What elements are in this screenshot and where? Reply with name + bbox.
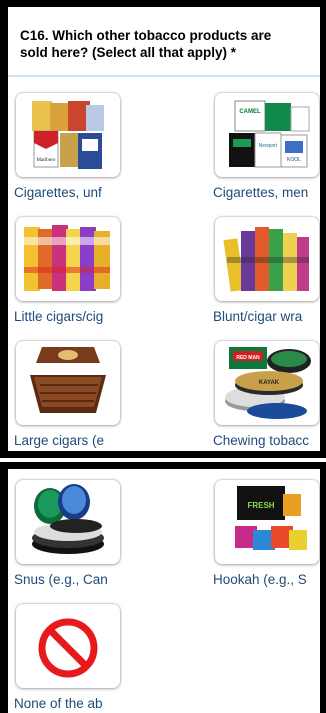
question-title: C16. Which other tobacco products are so… xyxy=(20,28,272,60)
screen-section-bottom: Snus (e.g., Can FRESH Hookah (e.g., S No… xyxy=(0,462,326,713)
option-label: None of the ab xyxy=(14,696,122,711)
brand-text-red-man: RED MAN xyxy=(236,355,260,361)
option-image-frame[interactable] xyxy=(16,217,120,301)
option-image-frame[interactable]: CAMEL Newport KOOL xyxy=(215,93,319,177)
little-cigar-packs-image xyxy=(24,225,110,291)
option-image-frame[interactable]: FRESH xyxy=(215,480,319,564)
screen-section-top: C16. Which other tobacco products are so… xyxy=(0,0,326,458)
options-panel-continued: Snus (e.g., Can FRESH Hookah (e.g., S No… xyxy=(8,469,320,713)
brand-text-fresh: FRESH xyxy=(247,501,274,510)
brand-text-camel: CAMEL xyxy=(239,109,261,115)
option-label: Cigarettes, unf xyxy=(14,185,122,200)
option-label-text: None of the ab xyxy=(14,696,103,711)
option-label: Chewing tobacc xyxy=(213,433,320,448)
option-label: Hookah (e.g., S xyxy=(213,572,320,587)
chewing-tobacco-tins-image: RED MAN KAYAK xyxy=(225,347,311,419)
brand-text-newport: Newport xyxy=(259,143,278,149)
brand-text-marlboro: Marlboro xyxy=(37,158,56,163)
brand-text-kayak: KAYAK xyxy=(259,380,280,386)
brand-text-kool: KOOL xyxy=(287,157,301,163)
option-label-text: Snus (e.g., Can xyxy=(14,572,108,587)
cigar-box-image xyxy=(30,347,106,413)
option-label-text: Hookah (e.g., S xyxy=(213,572,307,587)
option-label-text: Little cigars/cig xyxy=(14,309,104,324)
cigarette-packs-image: Marlboro xyxy=(32,101,104,169)
option-label: Snus (e.g., Can xyxy=(14,572,122,587)
snus-tins-image xyxy=(32,484,104,554)
option-image-frame[interactable] xyxy=(215,217,319,301)
blunt-wrap-packs-image xyxy=(223,227,309,292)
option-label-text: Chewing tobacc xyxy=(213,433,310,448)
question-panel: C16. Which other tobacco products are so… xyxy=(8,7,320,451)
option-image-frame[interactable]: Marlboro xyxy=(16,93,120,177)
option-image-frame[interactable] xyxy=(16,604,120,688)
option-label-text: Blunt/cigar wra xyxy=(213,309,303,324)
question-divider xyxy=(8,75,320,77)
option-image-frame[interactable]: RED MAN KAYAK xyxy=(215,341,319,425)
option-label-text: Cigarettes, unf xyxy=(14,185,102,200)
option-label: Little cigars/cig xyxy=(14,309,122,324)
menthol-cigarette-packs-image: CAMEL Newport KOOL xyxy=(229,100,310,168)
option-label-text: Cigarettes, men xyxy=(213,185,309,200)
option-label: Large cigars (e xyxy=(14,433,122,448)
hookah-tobacco-image: FRESH xyxy=(235,486,307,550)
option-label: Cigarettes, men xyxy=(213,185,320,200)
option-label-text: Large cigars (e xyxy=(14,433,105,448)
option-image-frame[interactable] xyxy=(16,341,120,425)
prohibited-icon xyxy=(38,618,98,678)
option-label: Blunt/cigar wra xyxy=(213,309,320,324)
option-image-frame[interactable] xyxy=(16,480,120,564)
